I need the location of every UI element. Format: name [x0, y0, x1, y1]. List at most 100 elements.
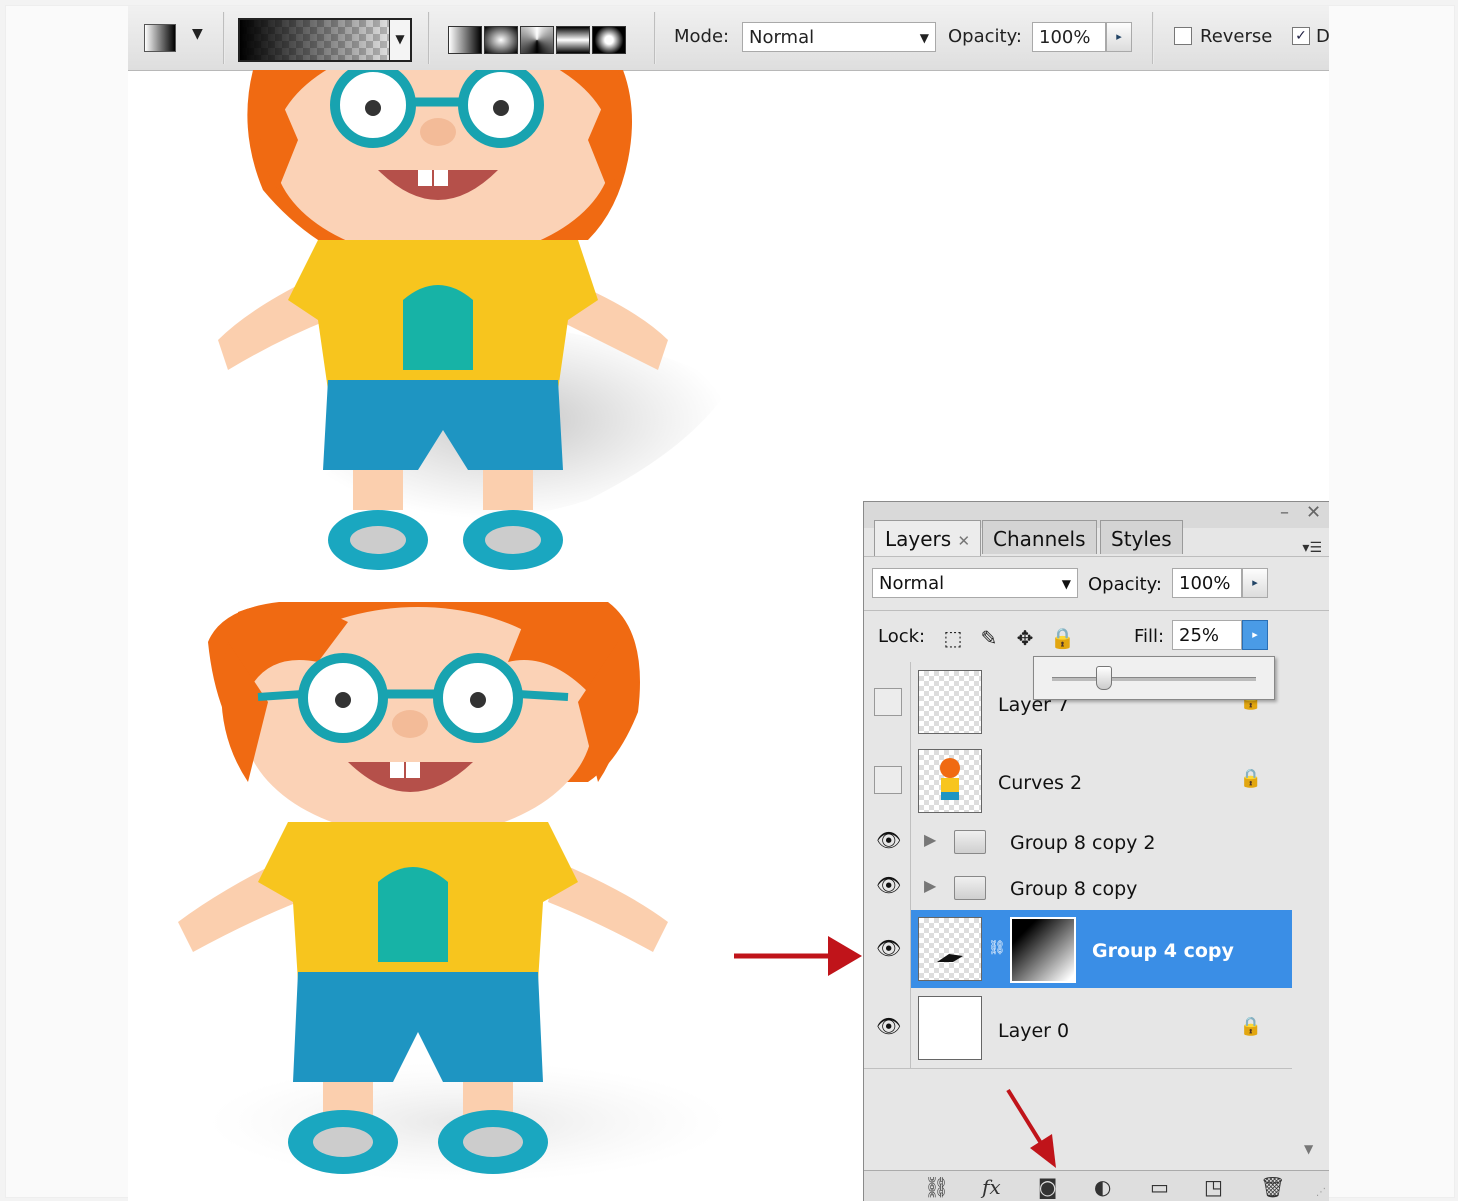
- layer-thumbnail: [918, 670, 982, 734]
- character-thumbnail-icon: [940, 758, 960, 800]
- new-group-icon[interactable]: ▭: [1150, 1175, 1169, 1199]
- fx-icon[interactable]: fx: [982, 1175, 1001, 1199]
- new-layer-icon[interactable]: ◳: [1204, 1175, 1223, 1199]
- tab-styles[interactable]: Styles: [1100, 520, 1183, 554]
- visibility-off-box[interactable]: [874, 688, 902, 716]
- fill-input[interactable]: 25%: [1172, 620, 1242, 650]
- angle-gradient-button[interactable]: [520, 26, 554, 54]
- gradient-tool-icon[interactable]: [144, 24, 176, 52]
- expand-triangle-icon[interactable]: ▶: [924, 830, 936, 849]
- visibility-toggle[interactable]: [864, 662, 911, 742]
- visibility-toggle[interactable]: [864, 742, 911, 820]
- layer-mask-thumbnail[interactable]: [1010, 917, 1076, 983]
- cartoon-boy-bottom: [178, 602, 728, 1182]
- opacity-input[interactable]: 100%: [1032, 22, 1106, 52]
- diamond-gradient-button[interactable]: [592, 26, 626, 54]
- mask-icon[interactable]: ◙: [1038, 1175, 1057, 1199]
- link-icon[interactable]: ⛓: [988, 940, 1006, 956]
- layer-thumbnail: [918, 996, 982, 1060]
- eye-icon[interactable]: 👁: [876, 1014, 901, 1038]
- eye-icon[interactable]: 👁: [876, 936, 901, 960]
- layer-row-group-8-copy-2[interactable]: 👁 ▶ Group 8 copy 2: [864, 820, 1292, 865]
- annotation-arrow-down: [1006, 1088, 1056, 1168]
- visibility-toggle[interactable]: 👁: [864, 988, 911, 1068]
- eye-icon[interactable]: 👁: [876, 873, 901, 897]
- fill-slider-thumb[interactable]: [1096, 666, 1112, 690]
- reflected-gradient-button[interactable]: [556, 26, 590, 54]
- panel-menu-icon[interactable]: ▾☰: [1302, 540, 1322, 556]
- tab-label: Layers: [885, 527, 952, 551]
- blend-mode-select[interactable]: Normal ▼: [872, 568, 1078, 598]
- options-bar: ▼ ▼ Mode: Normal ▼ Opacity: 100% ▸ Rever…: [128, 6, 1329, 71]
- lock-icons: ⬚ ✎ ✥ 🔒: [942, 626, 1075, 650]
- divider: [223, 12, 225, 64]
- visibility-toggle[interactable]: 👁: [864, 820, 911, 864]
- lock-transparent-icon[interactable]: ⬚: [942, 626, 964, 650]
- link-layers-icon[interactable]: ⛓: [924, 1175, 949, 1199]
- visibility-toggle[interactable]: 👁: [864, 864, 911, 910]
- chevron-down-icon: ▼: [1061, 577, 1071, 591]
- layer-opacity-input[interactable]: 100%: [1172, 568, 1242, 598]
- folder-icon: [954, 830, 986, 854]
- folder-icon: [954, 876, 986, 900]
- lock-position-icon[interactable]: ✥: [1014, 626, 1036, 650]
- dither-checkbox[interactable]: ✓: [1292, 27, 1310, 45]
- layer-name[interactable]: Layer 0: [998, 1020, 1069, 1042]
- gradient-picker[interactable]: ▼: [238, 18, 412, 62]
- mode-select[interactable]: Normal ▼: [742, 22, 936, 52]
- layer-name[interactable]: Group 8 copy: [1010, 878, 1137, 900]
- layer-name[interactable]: Group 8 copy 2: [1010, 832, 1156, 854]
- reverse-checkbox[interactable]: [1174, 27, 1192, 45]
- lock-image-icon[interactable]: ✎: [978, 626, 1000, 650]
- tab-close-icon[interactable]: ✕: [958, 532, 971, 550]
- visibility-off-box[interactable]: [874, 766, 902, 794]
- fill-value: 25%: [1179, 625, 1220, 646]
- minimize-icon[interactable]: –: [1280, 502, 1289, 523]
- eye-icon[interactable]: 👁: [876, 828, 901, 852]
- lock-icon: 🔒: [1239, 768, 1262, 789]
- layer-row-group-8-copy[interactable]: 👁 ▶ Group 8 copy: [864, 864, 1292, 911]
- tool-preset-dropdown[interactable]: ▼: [192, 26, 203, 42]
- layer-row-group-4-copy[interactable]: 👁 ⛓ Group 4 copy: [864, 910, 1292, 989]
- trash-icon[interactable]: 🗑: [1260, 1175, 1285, 1199]
- opacity-label: Opacity:: [948, 26, 1022, 47]
- layer-row-layer-0[interactable]: 👁 Layer 0 🔒: [864, 988, 1292, 1069]
- layer-name[interactable]: Group 4 copy: [1092, 940, 1234, 962]
- reverse-label: Reverse: [1200, 26, 1273, 47]
- fill-slider-popup: [1033, 656, 1275, 700]
- tab-channels[interactable]: Channels: [982, 520, 1097, 554]
- shadow-shape-icon: [937, 954, 963, 962]
- annotation-arrow-right: [734, 936, 862, 976]
- layer-thumbnail: [918, 749, 982, 813]
- resize-grip-icon[interactable]: ⋰: [1316, 1187, 1326, 1198]
- chevron-down-icon: ▼: [919, 31, 929, 45]
- blend-mode-value: Normal: [879, 573, 945, 594]
- opacity-slider-button[interactable]: ▸: [1242, 568, 1268, 598]
- mode-value: Normal: [749, 27, 815, 48]
- lock-label: Lock:: [878, 626, 926, 647]
- tab-label: Styles: [1111, 527, 1172, 551]
- gradient-dropdown-icon[interactable]: ▼: [389, 20, 410, 60]
- visibility-toggle[interactable]: 👁: [864, 910, 911, 988]
- linear-gradient-button[interactable]: [448, 26, 482, 54]
- layer-row-curves-2[interactable]: Curves 2 🔒: [864, 742, 1292, 821]
- dither-label: D: [1316, 26, 1329, 47]
- tab-label: Channels: [993, 527, 1086, 551]
- lock-all-icon[interactable]: 🔒: [1050, 626, 1075, 650]
- adjustment-icon[interactable]: ◐: [1094, 1175, 1111, 1199]
- tab-layers[interactable]: Layers ✕: [874, 520, 982, 556]
- layer-opacity-value: 100%: [1179, 573, 1231, 594]
- radial-gradient-button[interactable]: [484, 26, 518, 54]
- expand-triangle-icon[interactable]: ▶: [924, 876, 936, 895]
- close-icon[interactable]: ✕: [1306, 502, 1321, 523]
- opacity-slider-button[interactable]: ▸: [1106, 22, 1132, 52]
- divider: [864, 556, 1329, 557]
- fill-slider-button[interactable]: ▸: [1242, 620, 1268, 650]
- opacity-value: 100%: [1039, 27, 1091, 48]
- fill-label: Fill:: [1134, 626, 1165, 647]
- lock-icon: 🔒: [1239, 1016, 1262, 1037]
- layer-name[interactable]: Curves 2: [998, 772, 1082, 794]
- scroll-down-icon[interactable]: ▼: [1304, 1142, 1313, 1156]
- layer-thumbnail: [918, 917, 982, 981]
- fill-slider-track[interactable]: [1052, 677, 1256, 681]
